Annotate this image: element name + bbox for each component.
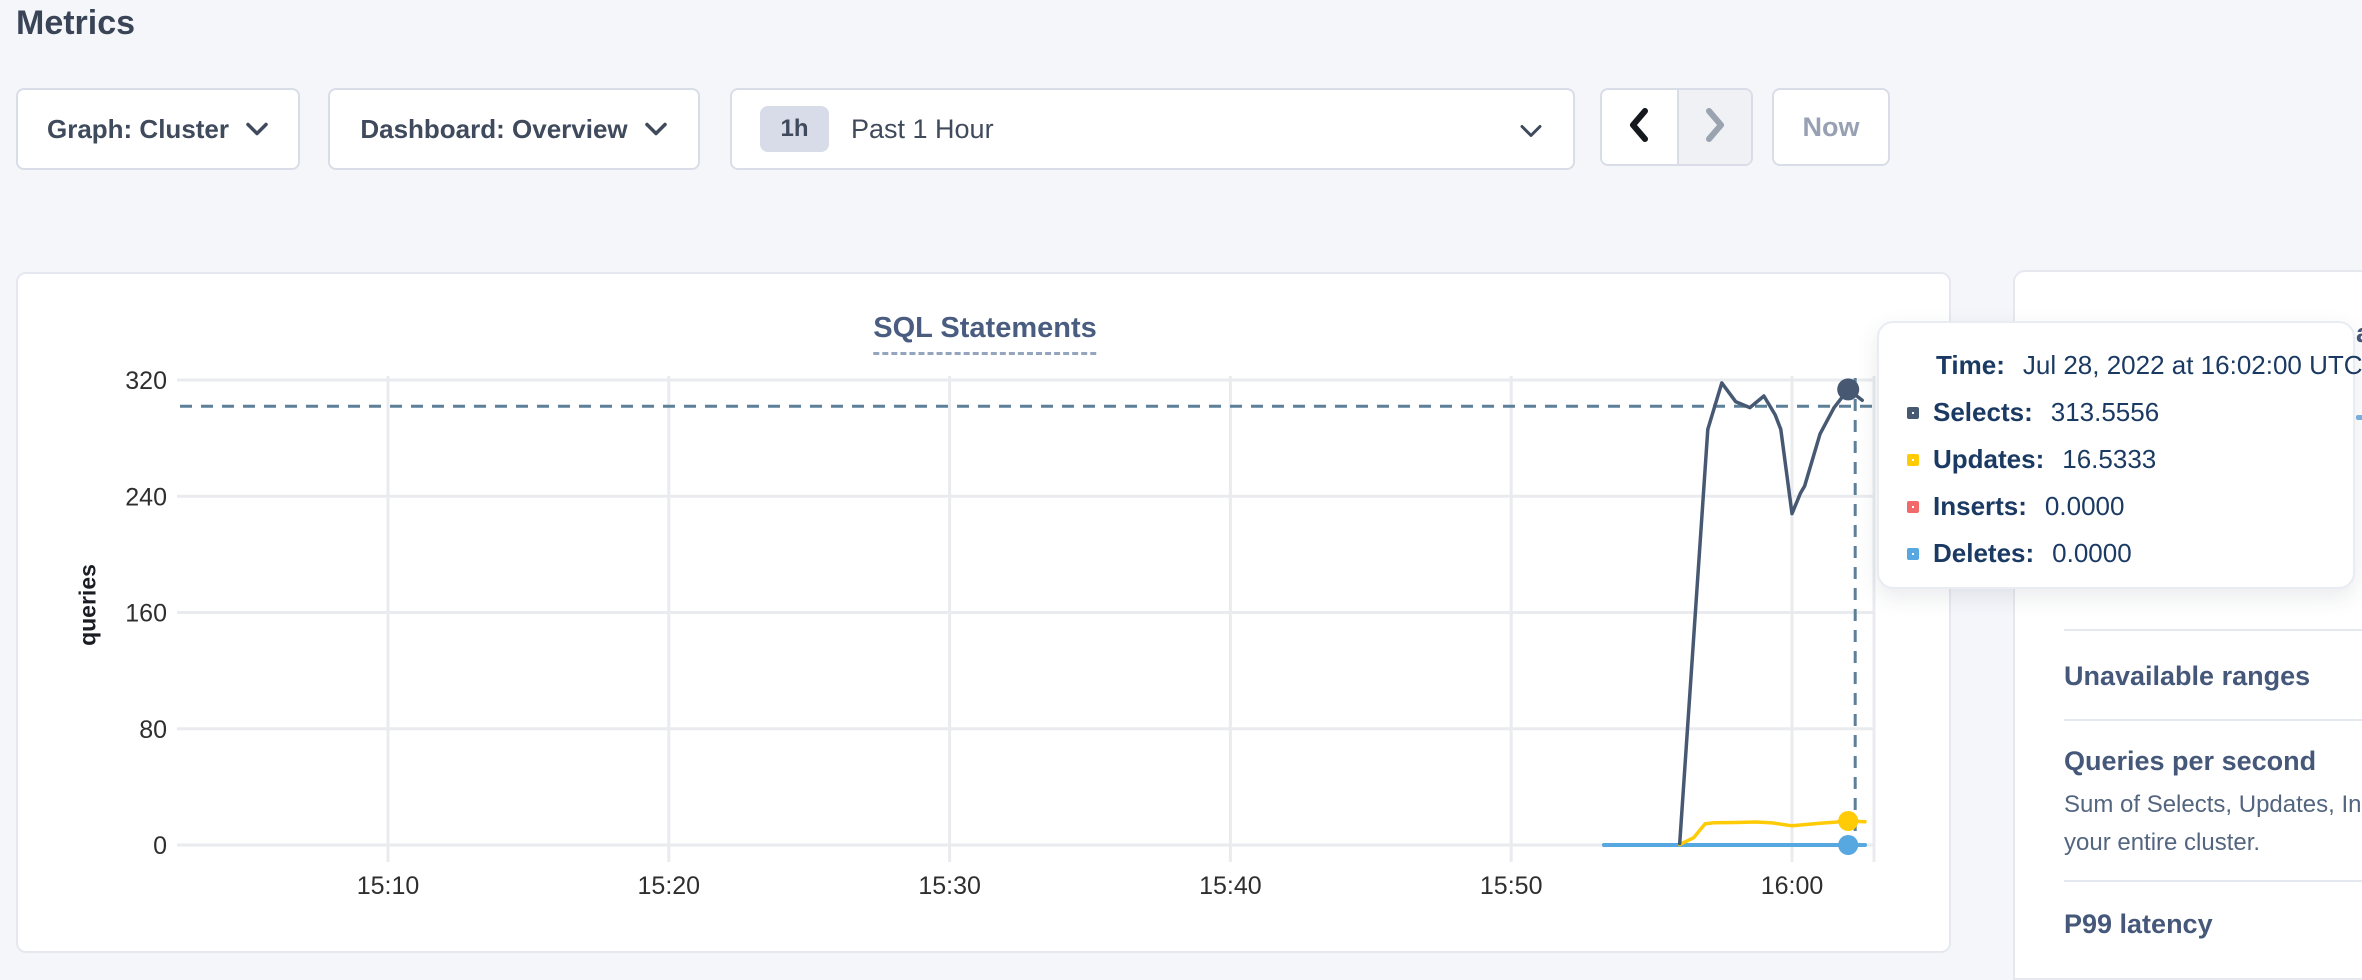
page-title: Metrics bbox=[16, 4, 135, 43]
sql-statements-chart-card bbox=[16, 272, 1951, 953]
time-range-label: Past 1 Hour bbox=[851, 114, 994, 145]
divider bbox=[2064, 719, 2362, 721]
sidebar-item-description-line: your entire cluster. bbox=[2064, 829, 2260, 857]
now-button[interactable]: Now bbox=[1772, 88, 1890, 166]
tooltip-series-label: Deletes: bbox=[1933, 538, 2034, 569]
graph-dropdown-label: Graph: Cluster bbox=[47, 114, 229, 145]
tooltip-time-value: Jul 28, 2022 at 16:02:00 UTC bbox=[2023, 350, 2362, 381]
selects-legend-swatch bbox=[1907, 407, 1919, 419]
next-window-button[interactable] bbox=[1677, 90, 1752, 164]
tooltip-series-value: 313.5556 bbox=[2051, 397, 2159, 428]
chevron-down-icon bbox=[644, 122, 668, 137]
sidebar-item-unavailable-ranges[interactable]: Unavailable ranges bbox=[2064, 661, 2310, 692]
tooltip-row-selects: Selects: 313.5556 bbox=[1879, 389, 2353, 436]
dashboard-dropdown-label: Dashboard: Overview bbox=[360, 114, 627, 145]
tooltip-time-row: Time: Jul 28, 2022 at 16:02:00 UTC bbox=[1879, 342, 2353, 389]
chevron-down-icon bbox=[1519, 124, 1543, 139]
chevron-left-icon bbox=[1624, 104, 1654, 151]
y-axis-label: queries bbox=[75, 564, 102, 646]
tooltip-series-value: 0.0000 bbox=[2045, 491, 2125, 522]
tooltip-row-inserts: Inserts: 0.0000 bbox=[1879, 483, 2353, 530]
tooltip-series-value: 0.0000 bbox=[2052, 538, 2132, 569]
prev-window-button[interactable] bbox=[1602, 90, 1677, 164]
chevron-down-icon bbox=[245, 122, 269, 137]
time-window-nav bbox=[1600, 88, 1753, 166]
divider bbox=[2064, 880, 2362, 882]
time-range-badge: 1h bbox=[760, 106, 829, 152]
tooltip-series-label: Selects: bbox=[1933, 397, 2033, 428]
tooltip-series-value: 16.5333 bbox=[2062, 444, 2156, 475]
time-range-dropdown[interactable]: 1h Past 1 Hour bbox=[730, 88, 1575, 170]
graph-dropdown[interactable]: Graph: Cluster bbox=[16, 88, 300, 170]
tooltip-row-updates: Updates: 16.5333 bbox=[1879, 436, 2353, 483]
clipped-text-fragment: a bbox=[2356, 318, 2362, 349]
chevron-right-icon bbox=[1700, 104, 1730, 151]
sidebar-item-queries-per-second[interactable]: Queries per second bbox=[2064, 746, 2316, 777]
chart-title[interactable]: SQL Statements bbox=[873, 312, 1096, 355]
tooltip-row-deletes: Deletes: 0.0000 bbox=[1879, 530, 2353, 577]
updates-legend-swatch bbox=[1907, 454, 1919, 466]
tooltip-series-label: Updates: bbox=[1933, 444, 2044, 475]
now-button-label: Now bbox=[1803, 112, 1860, 143]
chart-hover-tooltip: Time: Jul 28, 2022 at 16:02:00 UTC Selec… bbox=[1877, 321, 2355, 589]
clipped-line-fragment bbox=[2356, 415, 2362, 420]
inserts-legend-swatch bbox=[1907, 501, 1919, 513]
tooltip-time-label: Time: bbox=[1936, 350, 2005, 381]
sidebar-item-description-line: Sum of Selects, Updates, Inserts bbox=[2064, 791, 2362, 819]
deletes-legend-swatch bbox=[1907, 548, 1919, 560]
divider bbox=[2064, 629, 2362, 631]
sidebar-item-p99-latency[interactable]: P99 latency bbox=[2064, 909, 2213, 940]
tooltip-series-label: Inserts: bbox=[1933, 491, 2027, 522]
dashboard-dropdown[interactable]: Dashboard: Overview bbox=[328, 88, 700, 170]
